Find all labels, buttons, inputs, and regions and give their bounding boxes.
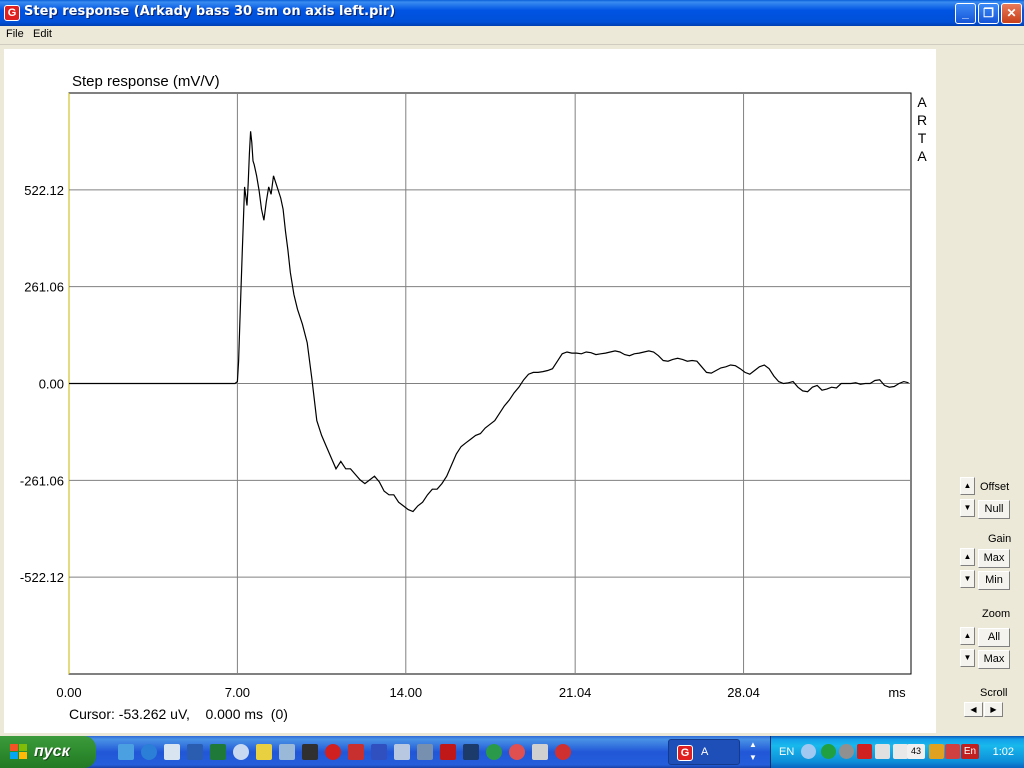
tray-back-icon[interactable] <box>801 744 816 759</box>
offset-label: Offset <box>980 481 1010 493</box>
scroll-label: Scroll <box>980 687 1008 699</box>
y-tick-label: 0.00 <box>39 377 64 392</box>
offset-down-button[interactable]: ▼ <box>960 499 975 517</box>
gain-max-button[interactable]: Max <box>978 549 1010 568</box>
y-tick-label: -522.12 <box>20 570 64 585</box>
quicklaunch-icon-9[interactable] <box>302 744 318 760</box>
zoom-down-button[interactable]: ▼ <box>960 649 975 667</box>
gain-down-button[interactable]: ▼ <box>960 570 975 588</box>
quicklaunch-icon-8[interactable] <box>279 744 295 760</box>
control-panel: ▲ Offset ▼ Null Gain ▲ Max ▼ Min Zoom ▲ … <box>940 49 1024 733</box>
quicklaunch-icon-10[interactable] <box>325 744 341 760</box>
taskbar-scroll-arrows[interactable]: ▲ ▼ <box>746 738 760 766</box>
ares-icon[interactable] <box>348 744 364 760</box>
zoom-all-button[interactable]: All <box>978 628 1010 647</box>
arta-app-icon: G <box>677 745 693 761</box>
arta-watermark-letter: T <box>918 130 927 146</box>
gain-label: Gain <box>988 533 1012 545</box>
close-button[interactable]: ✕ <box>1001 3 1022 24</box>
y-tick-label: -261.06 <box>20 473 64 488</box>
arta-watermark-letter: A <box>917 148 927 164</box>
y-tick-label: 261.06 <box>24 280 64 295</box>
quicklaunch-icon-20[interactable] <box>555 744 571 760</box>
zoom-max-button[interactable]: Max <box>978 650 1010 669</box>
quicklaunch-icon-17[interactable] <box>486 744 502 760</box>
quicklaunch-icon-18[interactable] <box>509 744 525 760</box>
tray-icon-6[interactable] <box>893 744 908 759</box>
zoom-up-button[interactable]: ▲ <box>960 627 975 645</box>
tray-icon-3[interactable] <box>839 744 854 759</box>
null-button[interactable]: Null <box>978 500 1010 519</box>
gain-min-button[interactable]: Min <box>978 571 1010 590</box>
menu-edit[interactable]: Edit <box>33 28 52 40</box>
tray-icon-8[interactable] <box>929 744 944 759</box>
scroll-right-button[interactable]: ▶ <box>984 702 1003 717</box>
x-tick-label: 7.00 <box>225 685 250 700</box>
tray-icon-5[interactable] <box>875 744 890 759</box>
start-button[interactable]: пуск <box>0 736 96 768</box>
internet-explorer-icon[interactable] <box>141 744 157 760</box>
chart-title: Step response (mV/V) <box>72 73 220 90</box>
menu-file[interactable]: File <box>6 28 24 40</box>
arta-watermark-letter: A <box>917 94 927 110</box>
isis-icon[interactable] <box>371 744 387 760</box>
quicklaunch-icon-15[interactable] <box>440 744 456 760</box>
tray-icon-4[interactable] <box>857 744 872 759</box>
quicklaunch-icon-13[interactable] <box>394 744 410 760</box>
quicklaunch-icon-14[interactable] <box>417 744 433 760</box>
taskbar: пуск G A ▲ ▼ EN 43 En 1:02 <box>0 736 1024 768</box>
x-tick-label: 21.04 <box>559 685 592 700</box>
excel-icon[interactable] <box>210 744 226 760</box>
quicklaunch-icon-3[interactable] <box>164 744 180 760</box>
x-tick-label: 28.04 <box>727 685 760 700</box>
cursor-readout: Cursor: -53.262 uV, 0.000 ms (0) <box>69 706 288 722</box>
tray-icon-2[interactable] <box>821 744 836 759</box>
quicklaunch-icon-6[interactable] <box>233 744 249 760</box>
taskbar-task-arta[interactable]: G A <box>668 739 740 765</box>
restore-button[interactable]: ❐ <box>978 3 999 24</box>
offset-up-button[interactable]: ▲ <box>960 477 975 495</box>
tray-counter-icon[interactable]: 43 <box>907 744 925 759</box>
zoom-label: Zoom <box>982 608 1011 620</box>
quicklaunch-icon-7[interactable] <box>256 744 272 760</box>
language-indicator[interactable]: EN <box>779 746 794 758</box>
tray-language-icon[interactable]: En <box>961 744 979 759</box>
title-bar[interactable]: G Step response (Arkady bass 30 sm on ax… <box>0 0 1024 26</box>
arta-watermark-letter: R <box>917 112 927 128</box>
app-window: G Step response (Arkady bass 30 sm on ax… <box>0 0 1024 736</box>
task-label: A <box>701 746 709 758</box>
system-tray: EN 43 En 1:02 <box>770 736 1024 768</box>
step-response-chart[interactable]: Step response (mV/V) 0.00 7.00 14.00 21.04 28… <box>4 49 936 733</box>
step-response-line <box>69 131 909 513</box>
tray-icon-9[interactable] <box>945 744 960 759</box>
x-tick-label: 0.00 <box>56 685 81 700</box>
minimize-button[interactable]: _ <box>955 3 976 24</box>
windows-logo-icon <box>10 744 27 759</box>
clock: 1:02 <box>992 746 1014 758</box>
window-title: Step response (Arkady bass 30 sm on axis… <box>24 4 396 19</box>
quicklaunch-icon-1[interactable] <box>118 744 134 760</box>
plot-panel[interactable]: Step response (mV/V) 0.00 7.00 14.00 21.04 28… <box>4 49 936 733</box>
quicklaunch-icon-19[interactable] <box>532 744 548 760</box>
x-axis-unit: ms <box>888 685 906 700</box>
gain-up-button[interactable]: ▲ <box>960 548 975 566</box>
menu-bar: File Edit <box>0 26 1024 45</box>
photoshop-icon[interactable] <box>463 744 479 760</box>
start-label: пуск <box>34 743 70 760</box>
x-tick-label: 14.00 <box>390 685 423 700</box>
word-icon[interactable] <box>187 744 203 760</box>
scroll-left-button[interactable]: ◀ <box>964 702 983 717</box>
y-tick-label: 522.12 <box>24 183 64 198</box>
app-icon[interactable]: G <box>4 5 20 21</box>
